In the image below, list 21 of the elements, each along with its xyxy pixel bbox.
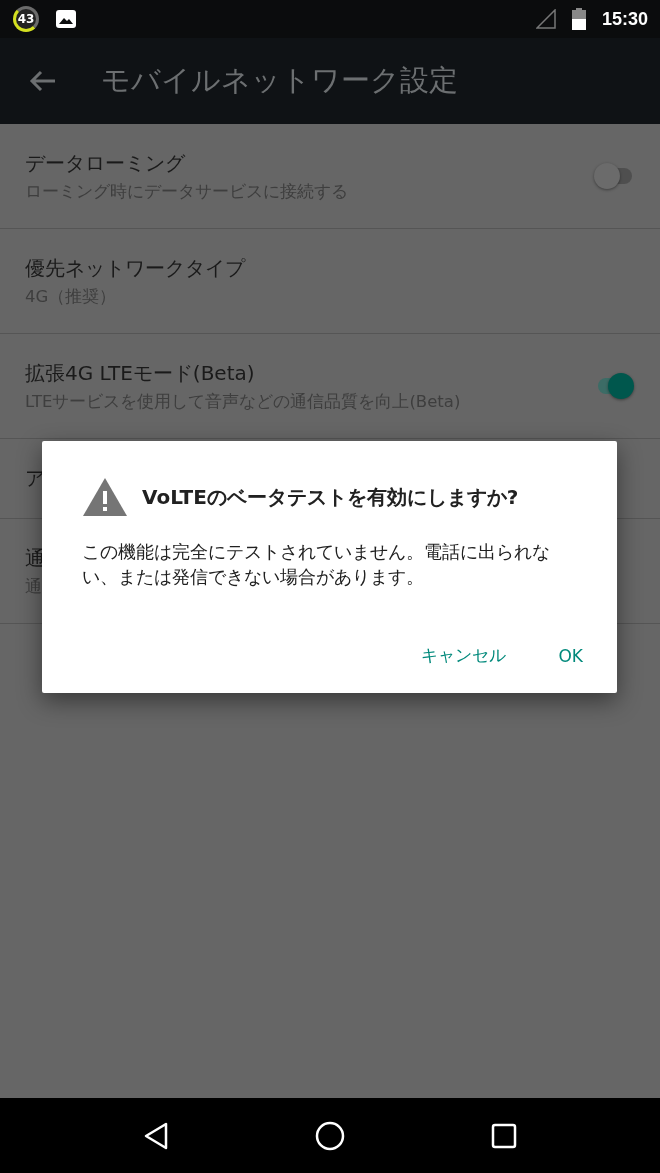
battery-icon	[571, 8, 586, 30]
setting-title: データローミング	[25, 149, 185, 177]
clock-time: 15:30	[601, 8, 648, 30]
image-icon	[55, 9, 77, 29]
recents-icon[interactable]	[491, 1122, 517, 1149]
warning-icon	[82, 477, 128, 517]
setting-title: 通	[25, 544, 45, 572]
dialog-button[interactable]: キャンセル	[421, 638, 507, 673]
dialog-button[interactable]: OK	[558, 638, 583, 673]
setting-title: ア	[25, 465, 45, 492]
setting-title: 優先ネットワークタイプ	[25, 254, 245, 282]
screen-title: モバイルネットワーク設定	[101, 62, 458, 99]
home-icon[interactable]	[315, 1120, 345, 1151]
dialog-message: この機能は完全にテストされていません。電話に出られない、または発信できない場合があります。	[82, 540, 551, 589]
dialog-title: VoLTEのベータテストを有効にしますか?	[142, 483, 519, 511]
notification-badge: 43	[13, 6, 39, 32]
back-arrow-icon[interactable]	[29, 69, 57, 93]
signal-icon	[535, 9, 556, 29]
setting-title: 拡張4G LTEモード(Beta)	[25, 359, 255, 387]
back-icon[interactable]	[143, 1121, 169, 1150]
toggle-switch[interactable]	[594, 163, 634, 189]
